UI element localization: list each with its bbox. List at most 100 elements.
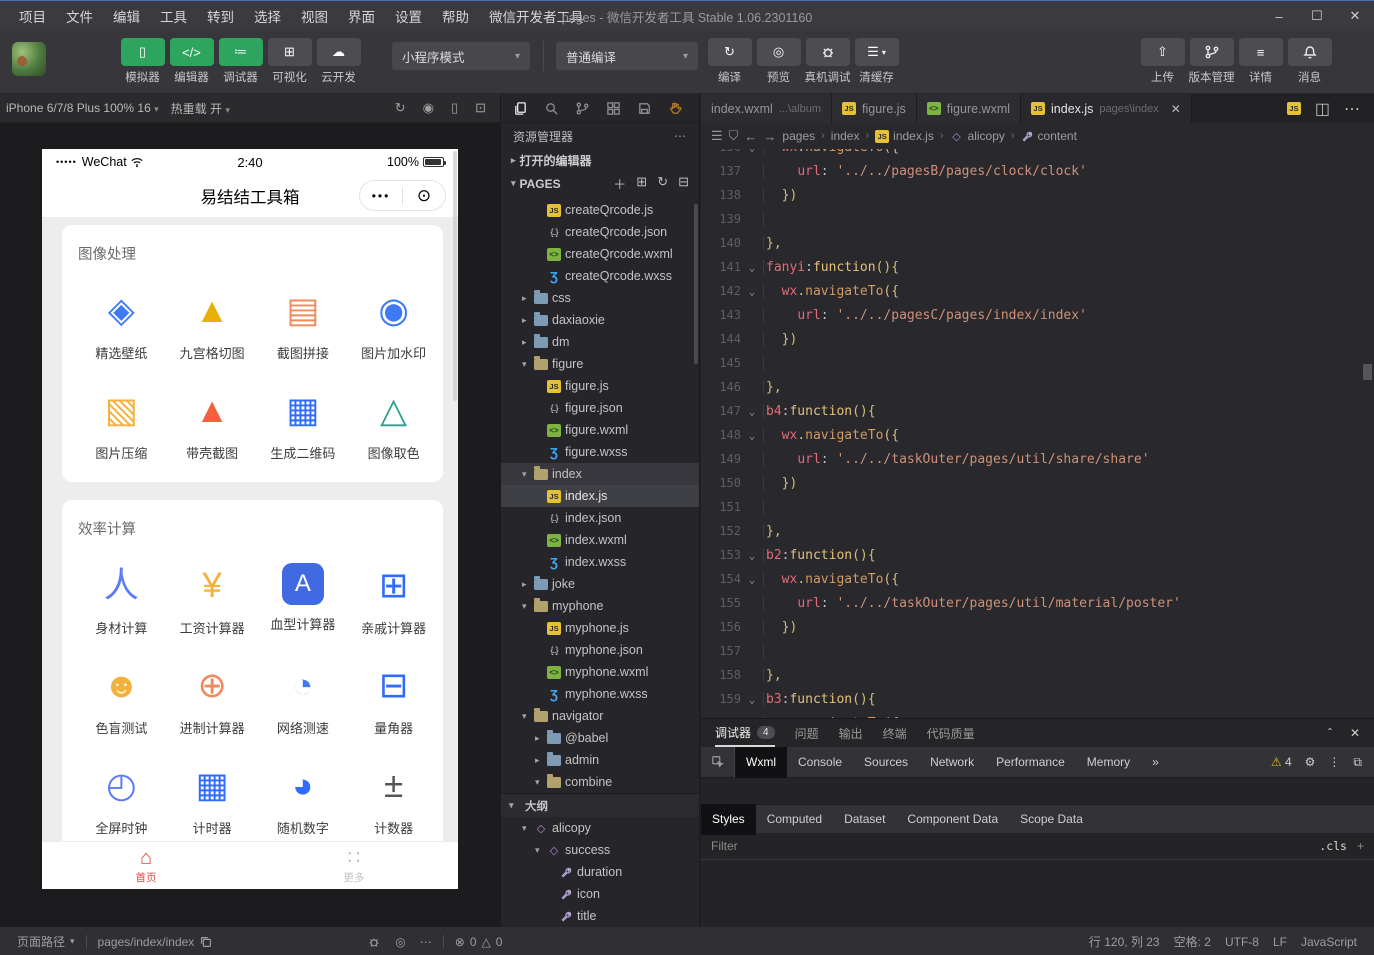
- toolbar-button-预览[interactable]: ◎预览: [754, 38, 803, 85]
- menu-item[interactable]: 帮助: [433, 3, 478, 29]
- devtools-overflow-icon[interactable]: »: [1141, 747, 1170, 778]
- new-file-icon[interactable]: ＋: [613, 174, 626, 193]
- code-line-149[interactable]: 149 url: '../../taskOuter/pages/util/sha…: [701, 447, 1374, 471]
- tree-item-figure[interactable]: ▾figure: [501, 353, 699, 375]
- style-filter-input[interactable]: Filter: [711, 839, 738, 853]
- tab-index-wxml[interactable]: index.wxml...\album: [701, 94, 832, 123]
- refresh-icon[interactable]: ↻: [657, 174, 668, 193]
- code-line-141[interactable]: 141⌄fanyi:function(){: [701, 255, 1374, 279]
- editor-more-icon[interactable]: ⋯: [1344, 99, 1360, 119]
- toolbar-button-详情[interactable]: ≡详情: [1236, 38, 1285, 85]
- toolbar-button-版本管理[interactable]: 版本管理: [1187, 38, 1236, 85]
- debug-status-icon[interactable]: [360, 935, 388, 949]
- hot-reload-toggle[interactable]: 热重载 开 ▾: [165, 100, 236, 117]
- breadcrumb-index-js[interactable]: JS index.js: [875, 129, 934, 143]
- devtools-tab-console[interactable]: Console: [787, 747, 853, 778]
- code-line-160[interactable]: 160⌄ wx.navigateTo({: [701, 711, 1374, 718]
- cls-toggle[interactable]: .cls: [1319, 839, 1347, 853]
- code-line-156[interactable]: 156 }): [701, 615, 1374, 639]
- maximize-button[interactable]: ☐: [1298, 1, 1336, 31]
- code-line-140[interactable]: 140},: [701, 231, 1374, 255]
- tab-code-quality[interactable]: 代码质量: [927, 719, 975, 747]
- code-line-146[interactable]: 146},: [701, 375, 1374, 399]
- app-item-生成二维码[interactable]: ▦生成二维码: [258, 388, 349, 462]
- eol-setting[interactable]: LF: [1266, 933, 1294, 950]
- code-editor[interactable]: 136⌄ wx.navigateTo({137 url: '../../page…: [701, 149, 1374, 718]
- app-item-图片加水印[interactable]: ◉图片加水印: [348, 288, 439, 362]
- app-item-身材计算[interactable]: 人身材计算: [76, 563, 167, 637]
- error-counter[interactable]: ⊗ 0 △ 0: [448, 935, 510, 949]
- tab-terminal[interactable]: 终端: [883, 719, 907, 747]
- app-item-九宫格切图[interactable]: ▲九宫格切图: [167, 288, 258, 362]
- devtools-tab-memory[interactable]: Memory: [1076, 747, 1141, 778]
- breadcrumb-content[interactable]: content: [1021, 129, 1077, 143]
- tree-item-index.wxss[interactable]: Ʒindex.wxss: [501, 551, 699, 573]
- tree-item-myphone.wxss[interactable]: Ʒmyphone.wxss: [501, 683, 699, 705]
- page-path-select[interactable]: 页面路径 ▾: [10, 933, 82, 950]
- tree-item-myphone.json[interactable]: {..}myphone.json: [501, 639, 699, 661]
- code-line-139[interactable]: 139: [701, 207, 1374, 231]
- code-line-145[interactable]: 145: [701, 351, 1374, 375]
- menu-item[interactable]: 视图: [292, 3, 337, 29]
- app-item-进制计算器[interactable]: ⊕进制计算器: [167, 663, 258, 737]
- toolbar-button-清缓存[interactable]: ☰▾清缓存: [852, 38, 901, 85]
- phone-scrollbar[interactable]: [453, 151, 457, 401]
- split-editor-icon[interactable]: ◫: [1315, 99, 1330, 119]
- menu-item[interactable]: 项目: [10, 3, 55, 29]
- tab-index-js[interactable]: JS index.jspages\index ✕: [1021, 94, 1192, 123]
- code-line-158[interactable]: 158},: [701, 663, 1374, 687]
- indentation-setting[interactable]: 空格: 2: [1167, 933, 1218, 950]
- files-icon[interactable]: [513, 101, 528, 116]
- tab-figure-js[interactable]: JS figure.js: [832, 94, 917, 123]
- menu-item[interactable]: 设置: [386, 3, 431, 29]
- tree-item-myphone[interactable]: ▾myphone: [501, 595, 699, 617]
- breadcrumb-pages[interactable]: pages: [782, 129, 815, 143]
- tree-item-index[interactable]: ▾index: [501, 463, 699, 485]
- compile-select[interactable]: 普通编译▾: [556, 42, 698, 70]
- code-line-154[interactable]: 154⌄ wx.navigateTo({: [701, 567, 1374, 591]
- tree-item-figure.wxml[interactable]: <>figure.wxml: [501, 419, 699, 441]
- tree-item-createQrcode.js[interactable]: JScreateQrcode.js: [501, 199, 699, 221]
- search-icon[interactable]: [544, 101, 559, 116]
- toolbar-button-真机调试[interactable]: 真机调试: [803, 38, 852, 85]
- pages-section-row[interactable]: ▾ PAGES ＋ ⊞ ↻ ⊟: [501, 172, 699, 195]
- encoding-setting[interactable]: UTF-8: [1218, 933, 1266, 950]
- forward-icon[interactable]: →: [763, 129, 776, 144]
- user-avatar[interactable]: [12, 42, 46, 76]
- code-line-137[interactable]: 137 url: '../../pagesB/pages/clock/clock…: [701, 159, 1374, 183]
- tree-item-css[interactable]: ▸css: [501, 287, 699, 309]
- toolbar-button-编辑器[interactable]: </>编辑器: [167, 38, 216, 85]
- code-line-143[interactable]: 143 url: '../../pagesC/pages/index/index…: [701, 303, 1374, 327]
- multi-window-icon[interactable]: ⊡: [475, 100, 486, 116]
- language-mode[interactable]: JavaScript: [1294, 933, 1364, 950]
- tree-item-createQrcode.wxss[interactable]: ƷcreateQrcode.wxss: [501, 265, 699, 287]
- tree-item-duration[interactable]: duration: [501, 861, 699, 883]
- breadcrumb-index[interactable]: index: [831, 129, 860, 143]
- git-branch-icon[interactable]: [575, 101, 590, 116]
- preview-status-icon[interactable]: ◎: [388, 935, 412, 949]
- app-item-图像取色[interactable]: △图像取色: [348, 388, 439, 462]
- tree-item-figure.wxss[interactable]: Ʒfigure.wxss: [501, 441, 699, 463]
- open-editors-row[interactable]: ▸ 打开的编辑器: [501, 149, 699, 172]
- js-action-icon[interactable]: JS: [1287, 102, 1301, 115]
- tab-component-data[interactable]: Component Data: [896, 804, 1009, 835]
- toolbar-button-云开发[interactable]: ☁云开发: [314, 38, 363, 85]
- tab-scope-data[interactable]: Scope Data: [1009, 804, 1094, 835]
- tree-item-index.js[interactable]: JSindex.js: [501, 485, 699, 507]
- app-item-精选壁纸[interactable]: ◈精选壁纸: [76, 288, 167, 362]
- app-item-亲戚计算器[interactable]: ⊞亲戚计算器: [348, 563, 439, 637]
- tab-styles[interactable]: Styles: [701, 804, 756, 835]
- bookmark-icon[interactable]: ⛉: [729, 128, 739, 144]
- code-line-159[interactable]: 159⌄b3:function(){: [701, 687, 1374, 711]
- devtools-menu-icon[interactable]: ⋮: [1328, 755, 1340, 769]
- tab-computed[interactable]: Computed: [756, 804, 833, 835]
- tree-item-figure.json[interactable]: {..}figure.json: [501, 397, 699, 419]
- tree-item-createQrcode.wxml[interactable]: <>createQrcode.wxml: [501, 243, 699, 265]
- add-style-icon[interactable]: +: [1357, 839, 1364, 853]
- tree-item-index.json[interactable]: {..}index.json: [501, 507, 699, 529]
- close-button[interactable]: ✕: [1336, 1, 1374, 31]
- tree-item-title[interactable]: title: [501, 905, 699, 927]
- warnings-indicator[interactable]: ⚠ 4: [1271, 755, 1292, 769]
- menu-item[interactable]: 转到: [198, 3, 243, 29]
- code-line-148[interactable]: 148⌄ wx.navigateTo({: [701, 423, 1374, 447]
